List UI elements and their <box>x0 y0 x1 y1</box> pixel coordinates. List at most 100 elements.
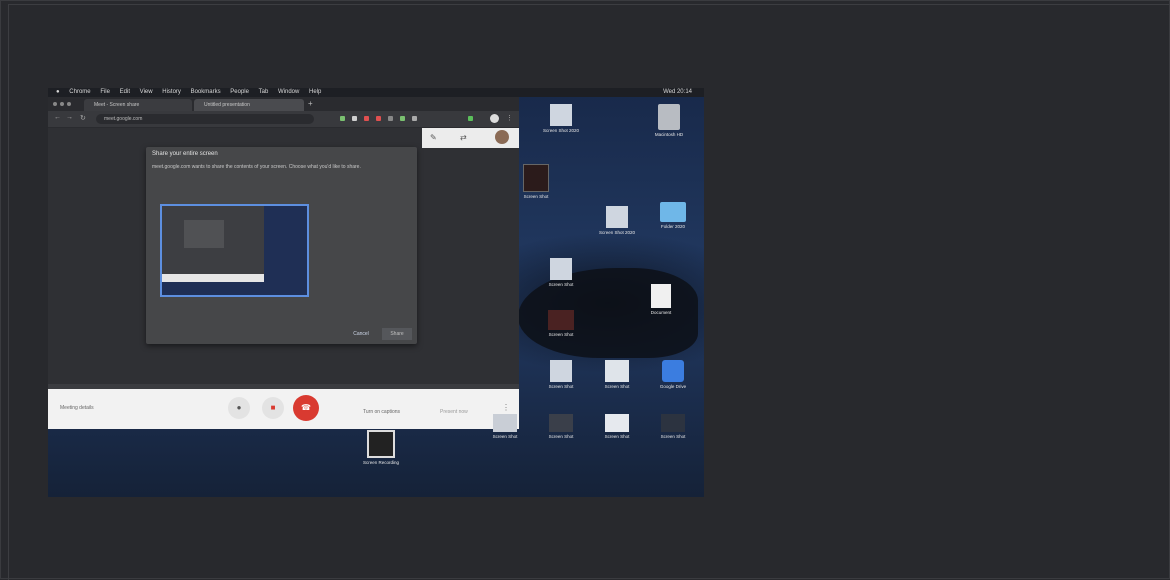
back-icon: ← <box>54 114 61 121</box>
desktop-icon-label: Screen Shot <box>660 434 686 439</box>
desktop-icon-label: Macintosh HD <box>654 132 684 137</box>
google-drive-icon <box>662 360 684 382</box>
meet-call-bar: Meeting details ● ■ ☎ Turn on captions P… <box>48 389 519 429</box>
desktop-icon-label: Screen Shot <box>604 434 630 439</box>
desktop-icon: Screen Shot <box>536 414 586 440</box>
dialog-title: Share your entire screen <box>152 151 218 157</box>
apple-icon: ● <box>56 89 60 95</box>
file-icon <box>493 414 517 432</box>
profile-icon <box>490 114 499 123</box>
end-call-icon: ☎ <box>293 395 319 421</box>
file-icon <box>605 360 629 382</box>
meet-top-right-strip: ✎ ⇄ <box>422 128 519 148</box>
image-icon <box>523 164 549 192</box>
file-icon <box>550 258 572 280</box>
desktop-icon: Screen Shot <box>648 414 698 440</box>
desktop-icon: Screen Shot 2020 <box>592 206 642 236</box>
screenshot-image: ● Chrome File Edit View History Bookmark… <box>48 88 704 497</box>
cancel-button: Cancel <box>353 331 369 337</box>
desktop-icon: Google Drive <box>648 360 698 390</box>
menu-chrome: Chrome <box>69 89 91 95</box>
image-icon <box>548 310 574 330</box>
file-icon <box>550 360 572 382</box>
menu-help: Help <box>309 89 322 95</box>
desktop-icon: Macintosh HD <box>644 104 694 138</box>
share-screen-dialog: Share your entire screen meet.google.com… <box>146 147 417 344</box>
forward-icon: → <box>66 114 73 121</box>
desktop-icon-label: Screen Recording <box>362 460 400 465</box>
extension-icon <box>352 116 357 121</box>
extension-icon <box>412 116 417 121</box>
image-icon <box>661 414 685 432</box>
browser-window: Meet - Screen share Untitled presentatio… <box>48 97 519 429</box>
desktop-icon-label: Folder 2020 <box>660 224 686 229</box>
mac-menubar: ● Chrome File Edit View History Bookmark… <box>48 88 704 97</box>
share-button: Share <box>382 328 412 340</box>
desktop-icon-label: Screen Shot <box>492 434 518 439</box>
window-zoom-icon <box>67 102 71 106</box>
preview-call-bar <box>162 274 264 282</box>
tab-bar: Meet - Screen share Untitled presentatio… <box>48 97 519 111</box>
desktop-icon: Screen Recording <box>356 430 406 466</box>
desktop-icon: Document <box>636 284 686 316</box>
url-field: meet.google.com <box>96 114 314 124</box>
reload-icon: ↻ <box>80 115 86 122</box>
tab-meet: Meet - Screen share <box>84 99 192 111</box>
desktop-icon: Screen Shot <box>480 414 530 440</box>
desktop-icon-label: Google Drive <box>659 384 687 389</box>
desktop-icon-label: Screen Shot 2020 <box>542 128 580 133</box>
people-icon: ✎ <box>430 133 437 142</box>
extension-icon <box>388 116 393 121</box>
menu-history: History <box>162 89 181 95</box>
extension-icon <box>468 116 473 121</box>
menu-window: Window <box>278 89 300 95</box>
document-icon <box>651 284 671 308</box>
tab-presentation: Untitled presentation <box>194 99 304 111</box>
desktop-icon-label: Screen Shot <box>523 194 549 199</box>
menu-edit: Edit <box>119 89 130 95</box>
menu-view: View <box>139 89 153 95</box>
file-icon <box>550 104 572 126</box>
window-minimize-icon <box>60 102 64 106</box>
hard-drive-icon <box>658 104 680 130</box>
more-icon: ⋮ <box>506 115 513 122</box>
image-icon <box>549 414 573 432</box>
desktop-icon-label: Screen Shot <box>548 332 574 337</box>
menu-file: File <box>100 89 110 95</box>
microphone-icon: ● <box>228 397 250 419</box>
desktop-icon-label: Screen Shot <box>604 384 630 389</box>
window-close-icon <box>53 102 57 106</box>
extension-icon <box>340 116 345 121</box>
desktop-icon-label: Screen Shot <box>548 434 574 439</box>
video-file-icon <box>367 430 395 458</box>
captions-label: Turn on captions <box>363 409 401 415</box>
camera-icon: ■ <box>262 397 284 419</box>
extension-icon <box>400 116 405 121</box>
more-options-icon: ⋮ <box>502 403 510 412</box>
menubar-clock: Wed 20:14 <box>663 89 692 95</box>
desktop-icon: Screen Shot <box>516 164 556 200</box>
desktop-icon: Screen Shot <box>592 360 642 390</box>
chat-icon: ⇄ <box>460 133 467 142</box>
file-icon <box>606 206 628 228</box>
desktop-icon: Screen Shot <box>536 360 586 390</box>
desktop-icon: Screen Shot <box>536 258 586 288</box>
avatar <box>495 130 509 144</box>
desktop-icon: Folder 2020 <box>648 202 698 230</box>
file-icon <box>605 414 629 432</box>
desktop-icon: Screen Shot <box>536 310 586 338</box>
new-tab-icon: + <box>308 99 313 108</box>
address-bar-row: ← → ↻ meet.google.com ⋮ <box>48 111 519 128</box>
preview-dialog <box>184 220 224 248</box>
desktop-icon-label: Screen Shot <box>548 282 574 287</box>
meeting-details-label: Meeting details <box>60 405 94 411</box>
present-now-label: Present now <box>440 409 468 415</box>
screen-preview-thumbnail <box>160 204 309 297</box>
desktop-icon: Screen Shot 2020 <box>536 104 586 134</box>
extension-icon <box>376 116 381 121</box>
menu-bookmarks: Bookmarks <box>190 89 221 95</box>
dialog-description: meet.google.com wants to share the conte… <box>152 164 361 170</box>
folder-icon <box>660 202 686 222</box>
desktop-icon-label: Screen Shot <box>548 384 574 389</box>
extension-icon <box>364 116 369 121</box>
